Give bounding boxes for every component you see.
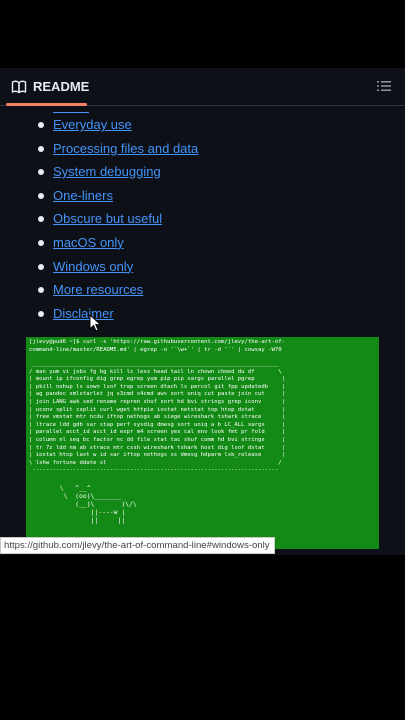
mouse-pointer-icon [89,314,102,332]
toc-link-windows-only[interactable]: Windows only [53,259,133,275]
readme-tab-title[interactable]: README [33,79,89,95]
cowsay-cow: \ ^__^ \ (oo)\_______ (__)\ )\/\ ||----w… [59,484,137,524]
book-icon [11,80,27,94]
bullet [38,263,44,270]
bullet [38,287,44,294]
toc-link-macos-only[interactable]: macOS only [53,235,124,251]
toc-link-more-resources[interactable]: More resources [53,282,143,298]
bullet [38,310,44,317]
toc-link-obscure-but-useful[interactable]: Obscure but useful [53,211,162,227]
readme-header: README [0,68,405,106]
bullet [38,216,44,223]
toc-link-disclaimer[interactable]: Disclaimer [53,306,114,322]
link-preview-status-bar: https://github.com/jlevy/the-art-of-comm… [0,537,275,554]
toc-link-system-debugging[interactable]: System debugging [53,164,161,180]
bullet [38,122,44,128]
bullet [38,169,44,176]
readme-panel: README Everyday use Processing files and… [0,68,405,555]
cowsay-speech-bubble: ________________________________________… [29,361,285,474]
terminal-command: [jlevy@pud6 ~]$ curl -s 'https://raw.git… [29,339,285,353]
bullet [38,239,44,246]
screen: { "readme": { "title": "README", "toc": … [0,0,405,720]
toc-link-everyday-use[interactable]: Everyday use [53,117,132,133]
clipped-link-fragment [53,106,89,113]
bullet [38,145,44,152]
outline-list-icon[interactable] [377,79,391,93]
toc-link-processing-files[interactable]: Processing files and data [53,141,198,157]
toc-link-one-liners[interactable]: One-liners [53,188,113,204]
bullet [38,192,44,199]
terminal-screenshot: [jlevy@pud6 ~]$ curl -s 'https://raw.git… [26,337,379,549]
